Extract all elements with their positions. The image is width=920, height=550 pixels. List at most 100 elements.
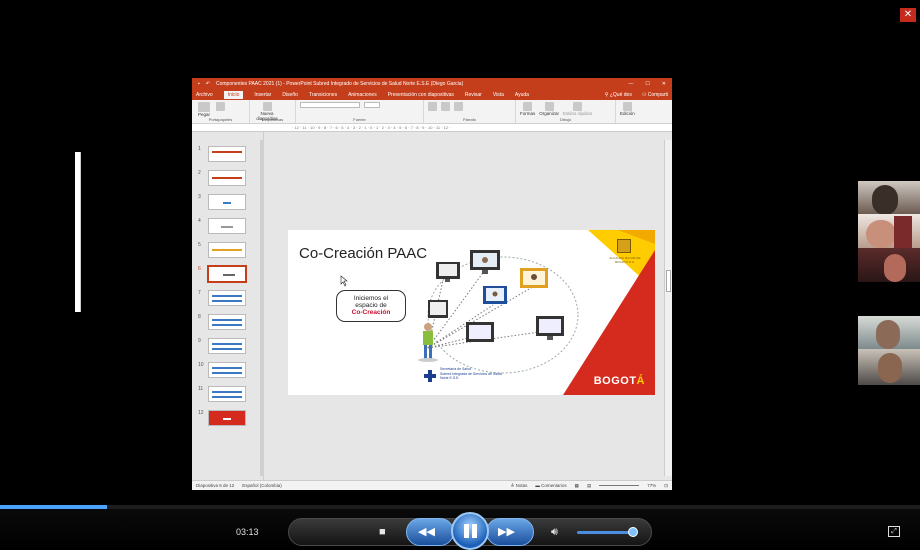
participant-video-2[interactable]	[858, 214, 920, 248]
minimize-icon[interactable]: —	[628, 81, 633, 87]
participant-avatar	[878, 353, 902, 383]
ribbon: Pegar Portapapeles Nueva diapositiva Dia…	[192, 100, 672, 124]
comments-label: Comentarios	[541, 483, 567, 488]
participant-avatar	[894, 216, 912, 248]
slide-title: Co-Creación PAAC	[299, 245, 428, 262]
volume-slider-thumb[interactable]	[628, 527, 638, 537]
bubble-line-2: espacio de	[355, 302, 387, 309]
thumbnail-number: 2	[198, 170, 201, 176]
menu-animaciones[interactable]: Animaciones	[348, 92, 377, 98]
group-label-slides: Diapositivas	[261, 117, 284, 122]
language-status[interactable]: Español (Colombia)	[242, 483, 282, 488]
elapsed-time: 03:13	[236, 527, 259, 537]
window-title: Componentes PAAC 2021 (1) - PowerPoint S…	[215, 80, 464, 87]
quick-styles-button[interactable]: Estilos rápidos	[563, 102, 592, 116]
menu-transiciones[interactable]: Transiciones	[309, 92, 337, 98]
thumbnail-image	[208, 338, 246, 354]
slide-thumbnails[interactable]: 1 2 3 4 5 6 7 8 9 10 11 12	[192, 132, 264, 480]
thumbnail-image	[207, 265, 247, 283]
group-drawing: Formas Organizar Estilos rápidos Dibujo	[516, 100, 616, 123]
participant-video-4[interactable]	[858, 316, 920, 349]
horizontal-ruler: · 12 · 11 · 10 · 9 · 8 · 7 · 6 · 5 · 4 ·…	[192, 124, 672, 132]
editor-scrollbar[interactable]	[664, 140, 672, 476]
participant-video-1[interactable]	[858, 181, 920, 214]
seal-caption: ALCALDÍA MAYOR DE BOGOTÁ D.C.	[609, 256, 641, 264]
cut-icon[interactable]	[216, 102, 225, 111]
menu-inicio[interactable]: Inicio	[223, 90, 244, 99]
bogota-logo: BOGOTÁ	[594, 375, 645, 387]
tell-me-search[interactable]: ⚲ ¿Qué des	[605, 92, 632, 98]
group-label-clipboard: Portapapeles	[208, 117, 233, 122]
current-slide[interactable]: Co-Creación PAAC Iniciemos el espacio de…	[288, 230, 655, 395]
bogota-logo-accent: Á	[636, 375, 645, 387]
comments-button[interactable]: ▬ Comentarios	[535, 483, 566, 488]
save-icon[interactable]: ▪	[198, 81, 200, 87]
thumbnails-scrollbar[interactable]	[260, 140, 264, 476]
menu-insertar[interactable]: Insertar	[254, 92, 271, 98]
thumbnail-number: 11	[198, 386, 204, 392]
arrange-button[interactable]: Organizar	[539, 102, 559, 116]
group-font: Fuente	[296, 100, 424, 123]
bogota-logo-main: BOGOT	[593, 375, 637, 387]
fit-slide-icon[interactable]: ⊡	[664, 483, 668, 489]
undo-icon[interactable]: ↶	[206, 81, 210, 87]
scrollbar-thumb[interactable]	[666, 270, 671, 292]
bullets-icon[interactable]	[428, 102, 437, 111]
thumbnail-image	[208, 146, 246, 162]
bogota-seal-icon	[617, 239, 631, 253]
group-label-font: Fuente	[353, 117, 366, 122]
participant-video-5[interactable]	[858, 349, 920, 385]
shapes-button[interactable]: Formas	[520, 102, 535, 116]
menu-revisar[interactable]: Revisar	[465, 92, 482, 98]
font-name-field[interactable]	[300, 102, 360, 108]
menu-presentacion[interactable]: Presentación con diapositivas	[388, 92, 454, 98]
thumbnail-image	[208, 170, 246, 186]
numbering-icon[interactable]	[441, 102, 450, 111]
monitor-5	[536, 316, 564, 340]
red-corner-shape	[563, 250, 655, 395]
share-button[interactable]: ⚇ Comparti	[642, 92, 668, 98]
menu-archivo[interactable]: Archivo	[196, 92, 213, 98]
sorter-view-icon[interactable]: ▤	[587, 483, 591, 489]
menu-vista[interactable]: Vista	[493, 92, 504, 98]
thumbnail-number: 5	[198, 242, 201, 248]
font-size-field[interactable]	[364, 102, 380, 108]
thumbnail-number: 12	[198, 410, 204, 416]
notes-button[interactable]: ≙ Notas	[511, 483, 528, 489]
group-slides: Nueva diapositiva Diapositivas	[250, 100, 296, 123]
stop-icon[interactable]: ■	[379, 525, 386, 539]
health-cross-icon	[424, 370, 436, 382]
normal-view-icon[interactable]: ▦	[575, 483, 579, 489]
monitor-2	[436, 262, 460, 282]
thumbnail-image	[208, 218, 246, 234]
zoom-slider[interactable]	[599, 485, 640, 486]
editing-button[interactable]: Edición	[620, 102, 635, 116]
title-bar: ▪ ↶ Componentes PAAC 2021 (1) - PowerPoi…	[192, 78, 672, 89]
menu-diseno[interactable]: Diseño	[282, 92, 298, 98]
zoom-level[interactable]: 77%	[647, 483, 656, 488]
participant-avatar	[876, 320, 900, 349]
align-icon[interactable]	[454, 102, 463, 111]
thumbnail-number: 8	[198, 314, 201, 320]
monitor-3	[483, 286, 507, 304]
close-icon[interactable]: ✕	[900, 8, 916, 22]
volume-icon[interactable]: 🔊︎	[551, 525, 558, 539]
paste-button[interactable]: Pegar	[196, 102, 212, 117]
switch-view-icon[interactable]: ⤢	[888, 526, 900, 537]
thumbnail-image	[208, 386, 246, 402]
speech-bubble: Iniciemos el espacio de Co-Creación	[336, 290, 406, 322]
thumbnail-number: 10	[198, 362, 204, 368]
group-editing: Edición	[616, 100, 646, 123]
bubble-line-1: Iniciemos el	[353, 295, 389, 302]
maximize-icon[interactable]: ☐	[645, 81, 649, 87]
slide-counter: Diapositiva 6 de 12	[196, 483, 235, 488]
window-close-icon[interactable]: ✕	[662, 81, 666, 87]
participant-video-3[interactable]	[858, 248, 920, 282]
menu-ayuda[interactable]: Ayuda	[515, 92, 529, 98]
participant-avatar	[872, 185, 898, 214]
mouse-cursor-icon	[340, 275, 348, 287]
pause-button[interactable]	[451, 512, 489, 550]
menu-bar: Archivo Inicio Insertar Diseño Transicio…	[192, 89, 672, 100]
thumbnail-image	[208, 194, 246, 210]
monitor-4	[520, 268, 548, 288]
